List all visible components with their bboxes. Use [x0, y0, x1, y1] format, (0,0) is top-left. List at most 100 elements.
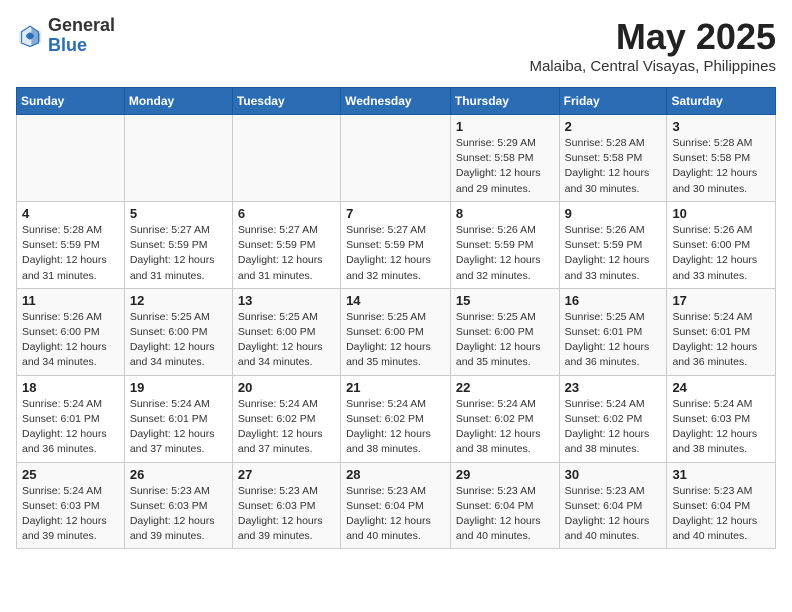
day-info: Sunrise: 5:23 AM Sunset: 6:04 PM Dayligh… [456, 484, 554, 545]
calendar-cell: 31Sunrise: 5:23 AM Sunset: 6:04 PM Dayli… [667, 462, 776, 549]
day-info: Sunrise: 5:24 AM Sunset: 6:02 PM Dayligh… [346, 397, 445, 458]
day-info: Sunrise: 5:24 AM Sunset: 6:02 PM Dayligh… [565, 397, 662, 458]
day-number: 8 [456, 206, 554, 221]
weekday-header-thursday: Thursday [450, 88, 559, 115]
calendar-cell: 9Sunrise: 5:26 AM Sunset: 5:59 PM Daylig… [559, 201, 667, 288]
day-info: Sunrise: 5:25 AM Sunset: 6:01 PM Dayligh… [565, 310, 662, 371]
calendar-cell [341, 115, 451, 202]
day-info: Sunrise: 5:25 AM Sunset: 6:00 PM Dayligh… [456, 310, 554, 371]
day-info: Sunrise: 5:23 AM Sunset: 6:03 PM Dayligh… [130, 484, 227, 545]
page-header: General Blue May 2025 Malaiba, Central V… [16, 16, 776, 75]
calendar-cell: 10 Sunrise: 5:26 AM Sunset: 6:00 PM Dayli… [667, 201, 776, 288]
day-info: Sunrise: 5:24 AM Sunset: 6:01 PM Dayligh… [672, 310, 770, 371]
day-info: Sunrise: 5:27 AM Sunset: 5:59 PM Dayligh… [346, 223, 445, 284]
logo-text: General Blue [48, 16, 115, 56]
calendar-week-row: 1 Sunrise: 5:29 AM Sunset: 5:58 PM Daylig… [17, 115, 776, 202]
calendar-week-row: 25Sunrise: 5:24 AM Sunset: 6:03 PM Dayli… [17, 462, 776, 549]
calendar-week-row: 18 Sunrise: 5:24 AM Sunset: 6:01 PM Dayli… [17, 375, 776, 462]
day-number: 15 [456, 293, 554, 308]
calendar-cell: 25Sunrise: 5:24 AM Sunset: 6:03 PM Dayli… [17, 462, 125, 549]
weekday-header-saturday: Saturday [667, 88, 776, 115]
day-number: 24 [672, 380, 770, 395]
calendar-cell: 28 Sunrise: 5:23 AM Sunset: 6:04 PM Dayli… [341, 462, 451, 549]
calendar-week-row: 4 Sunrise: 5:28 AM Sunset: 5:59 PM Daylig… [17, 201, 776, 288]
day-number: 20 [238, 380, 335, 395]
calendar-cell: 22 Sunrise: 5:24 AM Sunset: 6:02 PM Dayli… [450, 375, 559, 462]
day-info: Sunrise: 5:24 AM Sunset: 6:03 PM Dayligh… [672, 397, 770, 458]
day-info: Sunrise: 5:24 AM Sunset: 6:02 PM Dayligh… [238, 397, 335, 458]
day-number: 28 [346, 467, 445, 482]
day-info: Sunrise: 5:26 AM Sunset: 5:59 PM Dayligh… [565, 223, 662, 284]
calendar-week-row: 11 Sunrise: 5:26 AM Sunset: 6:00 PM Dayli… [17, 288, 776, 375]
calendar-cell: 18 Sunrise: 5:24 AM Sunset: 6:01 PM Dayli… [17, 375, 125, 462]
day-info: Sunrise: 5:26 AM Sunset: 6:00 PM Dayligh… [22, 310, 119, 371]
day-number: 3 [672, 119, 770, 134]
day-number: 4 [22, 206, 119, 221]
day-info: Sunrise: 5:28 AM Sunset: 5:58 PM Dayligh… [565, 136, 662, 197]
logo-icon [16, 22, 44, 50]
calendar-cell [124, 115, 232, 202]
day-number: 1 [456, 119, 554, 134]
day-info: Sunrise: 5:26 AM Sunset: 6:00 PM Dayligh… [672, 223, 770, 284]
calendar-cell: 17Sunrise: 5:24 AM Sunset: 6:01 PM Dayli… [667, 288, 776, 375]
calendar-cell: 14 Sunrise: 5:25 AM Sunset: 6:00 PM Dayli… [341, 288, 451, 375]
day-info: Sunrise: 5:25 AM Sunset: 6:00 PM Dayligh… [238, 310, 335, 371]
weekday-header-monday: Monday [124, 88, 232, 115]
day-info: Sunrise: 5:23 AM Sunset: 6:04 PM Dayligh… [565, 484, 662, 545]
calendar-cell: 20 Sunrise: 5:24 AM Sunset: 6:02 PM Dayli… [232, 375, 340, 462]
day-number: 27 [238, 467, 335, 482]
calendar-cell: 19 Sunrise: 5:24 AM Sunset: 6:01 PM Dayli… [124, 375, 232, 462]
weekday-header-row: SundayMondayTuesdayWednesdayThursdayFrid… [17, 88, 776, 115]
calendar-cell: 21 Sunrise: 5:24 AM Sunset: 6:02 PM Dayli… [341, 375, 451, 462]
calendar-cell: 27Sunrise: 5:23 AM Sunset: 6:03 PM Dayli… [232, 462, 340, 549]
calendar-cell: 6 Sunrise: 5:27 AM Sunset: 5:59 PM Daylig… [232, 201, 340, 288]
day-number: 12 [130, 293, 227, 308]
calendar-cell: 3 Sunrise: 5:28 AM Sunset: 5:58 PM Daylig… [667, 115, 776, 202]
day-info: Sunrise: 5:27 AM Sunset: 5:59 PM Dayligh… [130, 223, 227, 284]
day-info: Sunrise: 5:25 AM Sunset: 6:00 PM Dayligh… [346, 310, 445, 371]
calendar-cell: 30 Sunrise: 5:23 AM Sunset: 6:04 PM Dayli… [559, 462, 667, 549]
day-number: 31 [672, 467, 770, 482]
weekday-header-tuesday: Tuesday [232, 88, 340, 115]
day-number: 22 [456, 380, 554, 395]
logo: General Blue [16, 16, 115, 56]
day-info: Sunrise: 5:24 AM Sunset: 6:02 PM Dayligh… [456, 397, 554, 458]
day-number: 16 [565, 293, 662, 308]
calendar-cell [17, 115, 125, 202]
day-info: Sunrise: 5:28 AM Sunset: 5:58 PM Dayligh… [672, 136, 770, 197]
calendar-cell: 7 Sunrise: 5:27 AM Sunset: 5:59 PM Daylig… [341, 201, 451, 288]
logo-blue-text: Blue [48, 36, 115, 56]
day-number: 11 [22, 293, 119, 308]
weekday-header-sunday: Sunday [17, 88, 125, 115]
day-number: 30 [565, 467, 662, 482]
day-number: 21 [346, 380, 445, 395]
day-number: 18 [22, 380, 119, 395]
day-info: Sunrise: 5:24 AM Sunset: 6:01 PM Dayligh… [22, 397, 119, 458]
day-info: Sunrise: 5:29 AM Sunset: 5:58 PM Dayligh… [456, 136, 554, 197]
day-info: Sunrise: 5:23 AM Sunset: 6:04 PM Dayligh… [346, 484, 445, 545]
calendar-cell: 13 Sunrise: 5:25 AM Sunset: 6:00 PM Dayli… [232, 288, 340, 375]
day-number: 10 [672, 206, 770, 221]
calendar-cell: 4 Sunrise: 5:28 AM Sunset: 5:59 PM Daylig… [17, 201, 125, 288]
day-number: 5 [130, 206, 227, 221]
day-info: Sunrise: 5:24 AM Sunset: 6:01 PM Dayligh… [130, 397, 227, 458]
day-info: Sunrise: 5:28 AM Sunset: 5:59 PM Dayligh… [22, 223, 119, 284]
calendar-cell: 1 Sunrise: 5:29 AM Sunset: 5:58 PM Daylig… [450, 115, 559, 202]
weekday-header-friday: Friday [559, 88, 667, 115]
day-info: Sunrise: 5:27 AM Sunset: 5:59 PM Dayligh… [238, 223, 335, 284]
month-year-title: May 2025 [529, 16, 776, 58]
day-number: 13 [238, 293, 335, 308]
day-number: 6 [238, 206, 335, 221]
calendar-cell: 16 Sunrise: 5:25 AM Sunset: 6:01 PM Dayli… [559, 288, 667, 375]
calendar-cell: 12Sunrise: 5:25 AM Sunset: 6:00 PM Dayli… [124, 288, 232, 375]
day-number: 19 [130, 380, 227, 395]
calendar-cell: 5 Sunrise: 5:27 AM Sunset: 5:59 PM Daylig… [124, 201, 232, 288]
calendar-cell: 24 Sunrise: 5:24 AM Sunset: 6:03 PM Dayli… [667, 375, 776, 462]
day-number: 14 [346, 293, 445, 308]
day-number: 29 [456, 467, 554, 482]
calendar-cell: 11 Sunrise: 5:26 AM Sunset: 6:00 PM Dayli… [17, 288, 125, 375]
day-info: Sunrise: 5:24 AM Sunset: 6:03 PM Dayligh… [22, 484, 119, 545]
calendar-cell: 26Sunrise: 5:23 AM Sunset: 6:03 PM Dayli… [124, 462, 232, 549]
day-number: 7 [346, 206, 445, 221]
location-subtitle: Malaiba, Central Visayas, Philippines [529, 58, 776, 75]
